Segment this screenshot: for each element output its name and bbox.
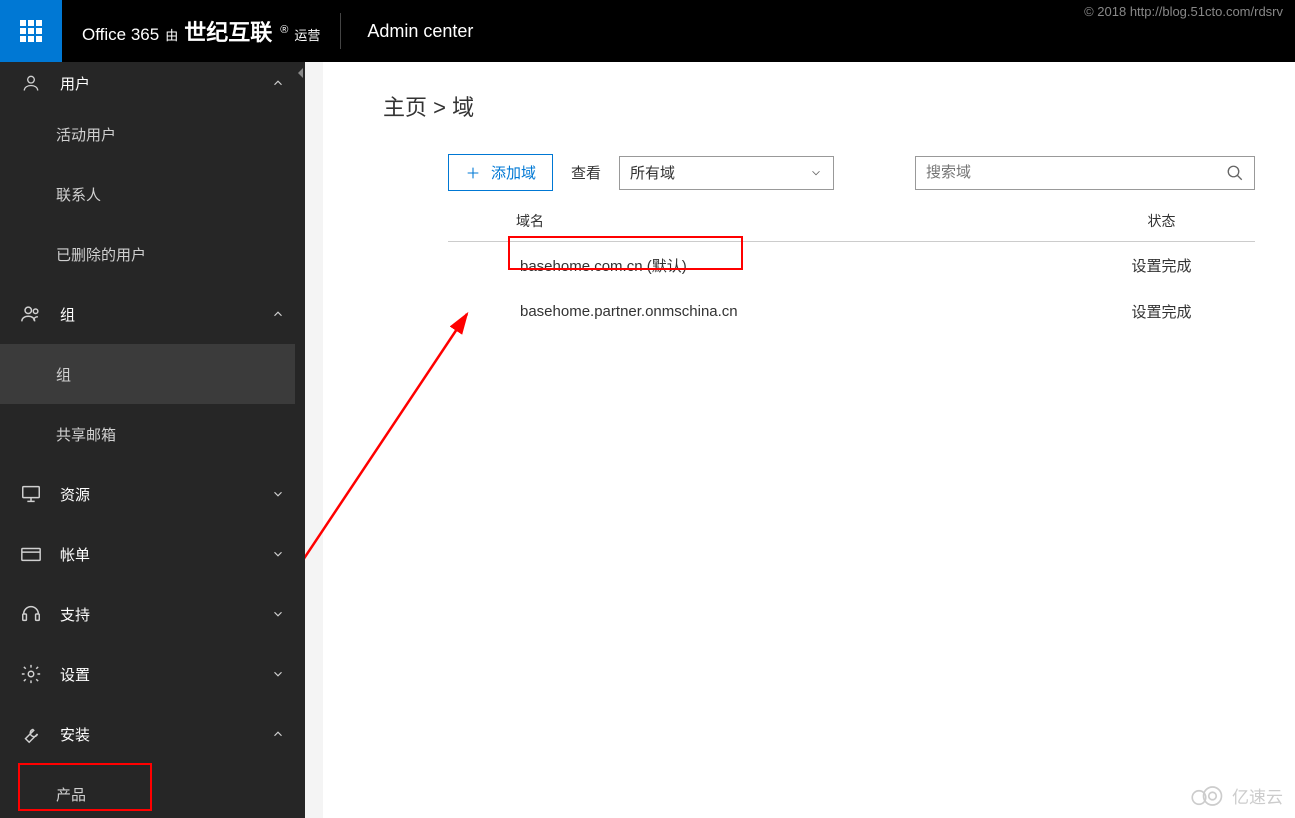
- search-input[interactable]: [926, 164, 1226, 181]
- status-cell: 设置完成: [1028, 255, 1295, 276]
- resources-icon: [20, 483, 42, 505]
- add-domain-button[interactable]: 添加域: [448, 154, 553, 191]
- sidebar-subitem-active-users[interactable]: 活动用户: [0, 104, 305, 164]
- chevron-down-icon: [271, 667, 285, 681]
- chevron-down-icon: [271, 487, 285, 501]
- breadcrumb: 主页 > 域: [383, 90, 1295, 122]
- search-box[interactable]: [915, 156, 1255, 190]
- add-domain-label: 添加域: [491, 162, 536, 183]
- sidebar-subitem-groups[interactable]: 组: [0, 344, 305, 404]
- sidebar-support-label: 支持: [60, 604, 90, 625]
- content-area: 主页 > 域 添加域 查看 所有域: [305, 62, 1295, 818]
- chevron-down-icon: [271, 607, 285, 621]
- brand-operated: 运营: [294, 25, 320, 44]
- chevron-up-icon: [271, 307, 285, 321]
- breadcrumb-current: 域: [452, 95, 474, 120]
- sidebar-item-settings[interactable]: 设置: [0, 644, 305, 704]
- view-select-value: 所有域: [630, 162, 675, 183]
- sidebar-resources-label: 资源: [60, 484, 90, 505]
- toolbar: 添加域 查看 所有域: [448, 154, 1295, 191]
- brand-area: Office 365 由 世纪互联 ® 运营: [62, 15, 340, 47]
- sidebar-subitem-shared-mailbox[interactable]: 共享邮箱: [0, 404, 305, 464]
- sidebar-subitem-deleted-users[interactable]: 已删除的用户: [0, 224, 305, 284]
- provider-badge: 亿速云: [1190, 783, 1283, 808]
- support-icon: [20, 603, 42, 625]
- sidebar: 用户 活动用户 联系人 已删除的用户 组 组 共享邮箱 资源: [0, 62, 305, 818]
- brand-cn: 世纪互联: [184, 15, 272, 47]
- sidebar-settings-label: 设置: [60, 664, 90, 685]
- billing-icon: [20, 543, 42, 565]
- domain-cell: basehome.partner.onmschina.cn: [448, 303, 1028, 320]
- table-header: 域名 状态: [448, 211, 1295, 241]
- sidebar-item-billing[interactable]: 帐单: [0, 524, 305, 584]
- sidebar-collapse-handle[interactable]: [295, 62, 305, 818]
- sidebar-users-label: 用户: [60, 73, 90, 94]
- admin-center-label: Admin center: [341, 21, 499, 42]
- search-icon[interactable]: [1226, 164, 1244, 182]
- gear-icon: [20, 663, 42, 685]
- user-icon: [20, 73, 42, 93]
- chevron-up-icon: [271, 727, 285, 741]
- sidebar-subitem-contacts[interactable]: 联系人: [0, 164, 305, 224]
- sidebar-groups-label: 组: [60, 304, 75, 325]
- wrench-icon: [20, 723, 42, 745]
- sidebar-item-setup[interactable]: 安装: [0, 704, 305, 764]
- breadcrumb-sep: >: [433, 95, 446, 120]
- status-cell: 设置完成: [1028, 301, 1295, 322]
- sidebar-setup-label: 安装: [60, 724, 90, 745]
- product-name: Office 365: [82, 25, 159, 45]
- group-icon: [20, 303, 42, 325]
- chevron-down-icon: [271, 547, 285, 561]
- col-header-status[interactable]: 状态: [1028, 211, 1295, 231]
- domain-cell: basehome.com.cn (默认): [448, 255, 1028, 276]
- table-row[interactable]: basehome.partner.onmschina.cn 设置完成: [448, 288, 1295, 334]
- sidebar-item-groups[interactable]: 组: [0, 284, 305, 344]
- view-select[interactable]: 所有域: [619, 156, 834, 190]
- chevron-up-icon: [271, 76, 285, 90]
- sidebar-subitem-products[interactable]: 产品: [0, 764, 305, 818]
- chevron-down-icon: [809, 166, 823, 180]
- brand-prefix: 由: [165, 25, 178, 44]
- watermark-text: © 2018 http://blog.51cto.com/rdsrv: [1084, 4, 1283, 19]
- brand-suffix: ®: [280, 24, 288, 36]
- view-label: 查看: [571, 162, 601, 183]
- plus-icon: [465, 165, 481, 181]
- sidebar-item-users[interactable]: 用户: [0, 62, 305, 104]
- breadcrumb-home[interactable]: 主页: [383, 95, 427, 120]
- table-row[interactable]: basehome.com.cn (默认) 设置完成: [448, 242, 1295, 288]
- app-launcher-icon[interactable]: [0, 0, 62, 62]
- sidebar-billing-label: 帐单: [60, 544, 90, 565]
- provider-badge-text: 亿速云: [1232, 783, 1283, 808]
- sidebar-item-resources[interactable]: 资源: [0, 464, 305, 524]
- sidebar-item-support[interactable]: 支持: [0, 584, 305, 644]
- col-header-domain[interactable]: 域名: [448, 211, 1028, 231]
